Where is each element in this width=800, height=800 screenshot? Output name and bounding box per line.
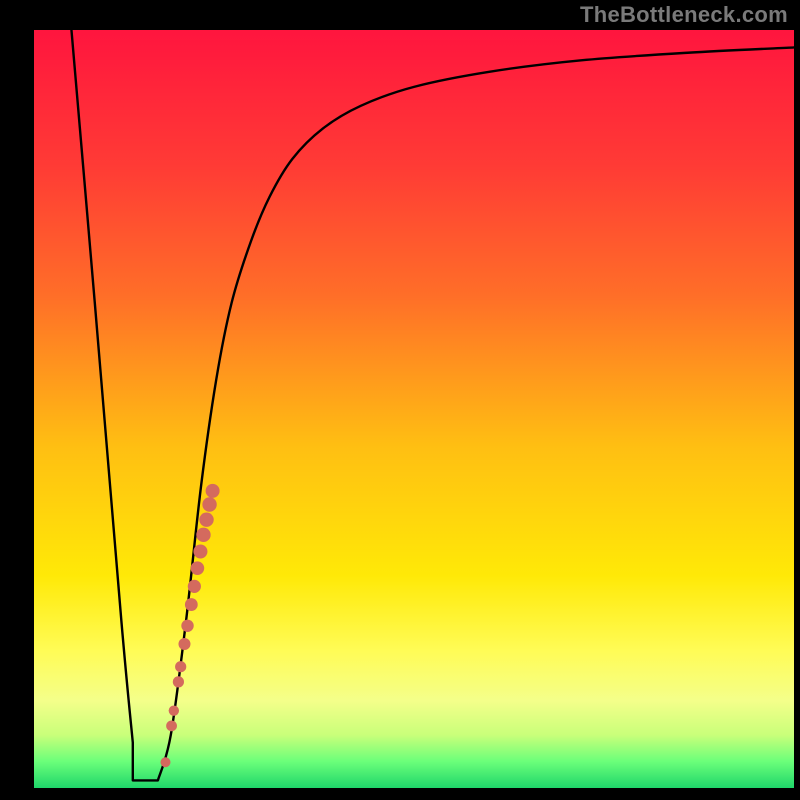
data-dot bbox=[206, 484, 220, 498]
data-dot bbox=[178, 638, 190, 650]
chart-svg bbox=[0, 0, 800, 800]
watermark-text: TheBottleneck.com bbox=[580, 2, 788, 28]
data-dot bbox=[173, 676, 184, 687]
data-dot bbox=[199, 512, 213, 526]
chart-stage: TheBottleneck.com bbox=[0, 0, 800, 800]
data-dot bbox=[193, 545, 207, 559]
data-dot bbox=[202, 497, 216, 511]
data-dot bbox=[191, 561, 205, 575]
gradient-background bbox=[34, 30, 794, 788]
data-dot bbox=[175, 661, 186, 672]
data-dot bbox=[196, 528, 210, 542]
data-dot bbox=[160, 757, 170, 767]
data-dot bbox=[166, 720, 177, 731]
data-dot bbox=[181, 620, 193, 632]
data-dot bbox=[169, 705, 179, 715]
data-dot bbox=[188, 580, 201, 593]
data-dot bbox=[185, 598, 198, 611]
